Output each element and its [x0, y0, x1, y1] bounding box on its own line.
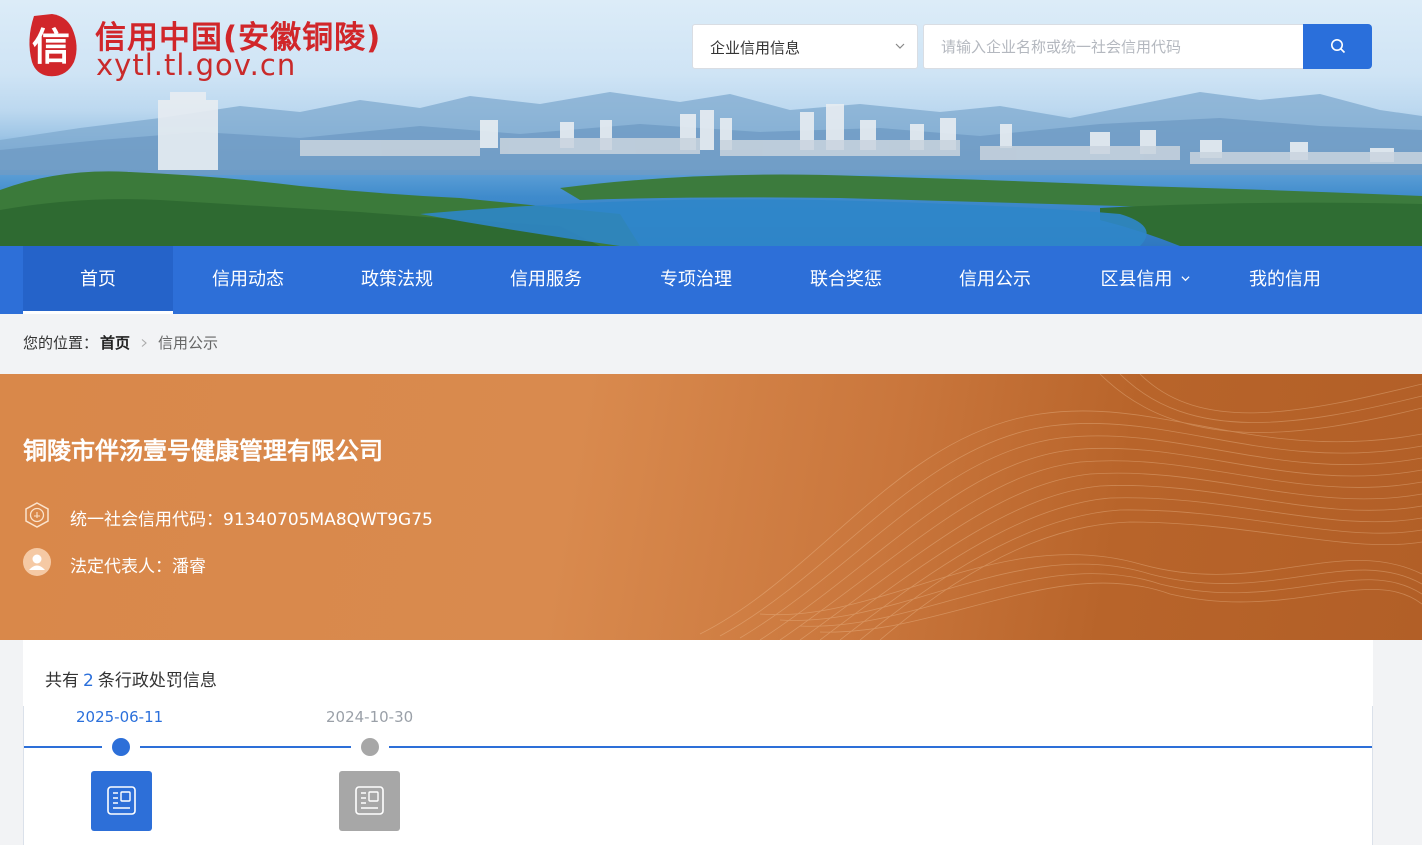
- timeline-date[interactable]: 2024-10-30: [326, 708, 413, 726]
- enterprise-badge-icon: [25, 502, 49, 528]
- document-icon: [107, 786, 136, 815]
- search-icon: [1331, 39, 1346, 54]
- search-button[interactable]: [1303, 24, 1372, 69]
- legal-rep-text: 法定代表人：潘睿: [70, 557, 206, 577]
- chevron-right-icon: [141, 339, 147, 347]
- breadcrumb: 您的位置： 首页 信用公示: [0, 314, 1422, 374]
- main-nav: 首页 信用动态 政策法规 信用服务 专项治理 联合奖惩 信用公示 区县信用 我的…: [0, 246, 1422, 314]
- credit-logo-icon: 信: [29, 14, 77, 77]
- search-category-select[interactable]: 企业信用信息: [692, 24, 918, 69]
- nav-item-credit-services[interactable]: 信用服务: [471, 246, 621, 314]
- search-category-value: 企业信用信息: [710, 39, 801, 57]
- company-name: 铜陵市伴汤壹号健康管理有限公司: [23, 437, 383, 465]
- search-input[interactable]: [923, 24, 1304, 69]
- penalty-record-card[interactable]: [339, 771, 400, 831]
- breadcrumb-home-link[interactable]: 首页: [100, 334, 130, 352]
- timeline-axis: [24, 746, 1372, 748]
- breadcrumb-prefix: 您的位置：: [23, 334, 99, 352]
- nav-item-policies[interactable]: 政策法规: [322, 246, 472, 314]
- nav-item-home[interactable]: 首页: [23, 246, 173, 314]
- company-info-panel: 铜陵市伴汤壹号健康管理有限公司 统一社会信用代码：91340705MA8QWT9…: [0, 374, 1422, 640]
- penalty-count-line: 共有 2 条行政处罚信息: [45, 671, 217, 691]
- penalty-record-card[interactable]: [91, 771, 152, 831]
- site-url: xytl.tl.gov.cn: [96, 48, 297, 82]
- nav-item-credit-publicity[interactable]: 信用公示: [920, 246, 1070, 314]
- breadcrumb-current: 信用公示: [158, 334, 219, 352]
- timeline-date[interactable]: 2025-06-11: [76, 708, 163, 726]
- user-avatar-icon: [23, 548, 51, 576]
- nav-item-my-credit[interactable]: 我的信用: [1210, 246, 1360, 314]
- timeline-node[interactable]: [102, 736, 140, 758]
- chevron-down-icon: [1180, 276, 1190, 282]
- nav-item-joint-rewards[interactable]: 联合奖惩: [771, 246, 921, 314]
- nav-item-special-governance[interactable]: 专项治理: [621, 246, 771, 314]
- header-banner: 信 信用中国(安徽铜陵) xytl.tl.gov.cn 企业信用信息: [0, 0, 1422, 246]
- penalty-summary-card: 共有 2 条行政处罚信息: [23, 640, 1373, 706]
- credit-code-text: 统一社会信用代码：91340705MA8QWT9G75: [70, 510, 433, 530]
- svg-text:信: 信: [32, 25, 70, 69]
- penalty-count: 2: [83, 671, 94, 691]
- document-icon: [355, 786, 384, 815]
- nav-item-county-credit[interactable]: 区县信用: [1070, 246, 1220, 314]
- timeline-node[interactable]: [351, 736, 389, 758]
- nav-item-credit-news[interactable]: 信用动态: [173, 246, 323, 314]
- chevron-down-icon: [895, 43, 905, 49]
- penalty-timeline: 2025-06-11 2024-10-30: [23, 706, 1373, 845]
